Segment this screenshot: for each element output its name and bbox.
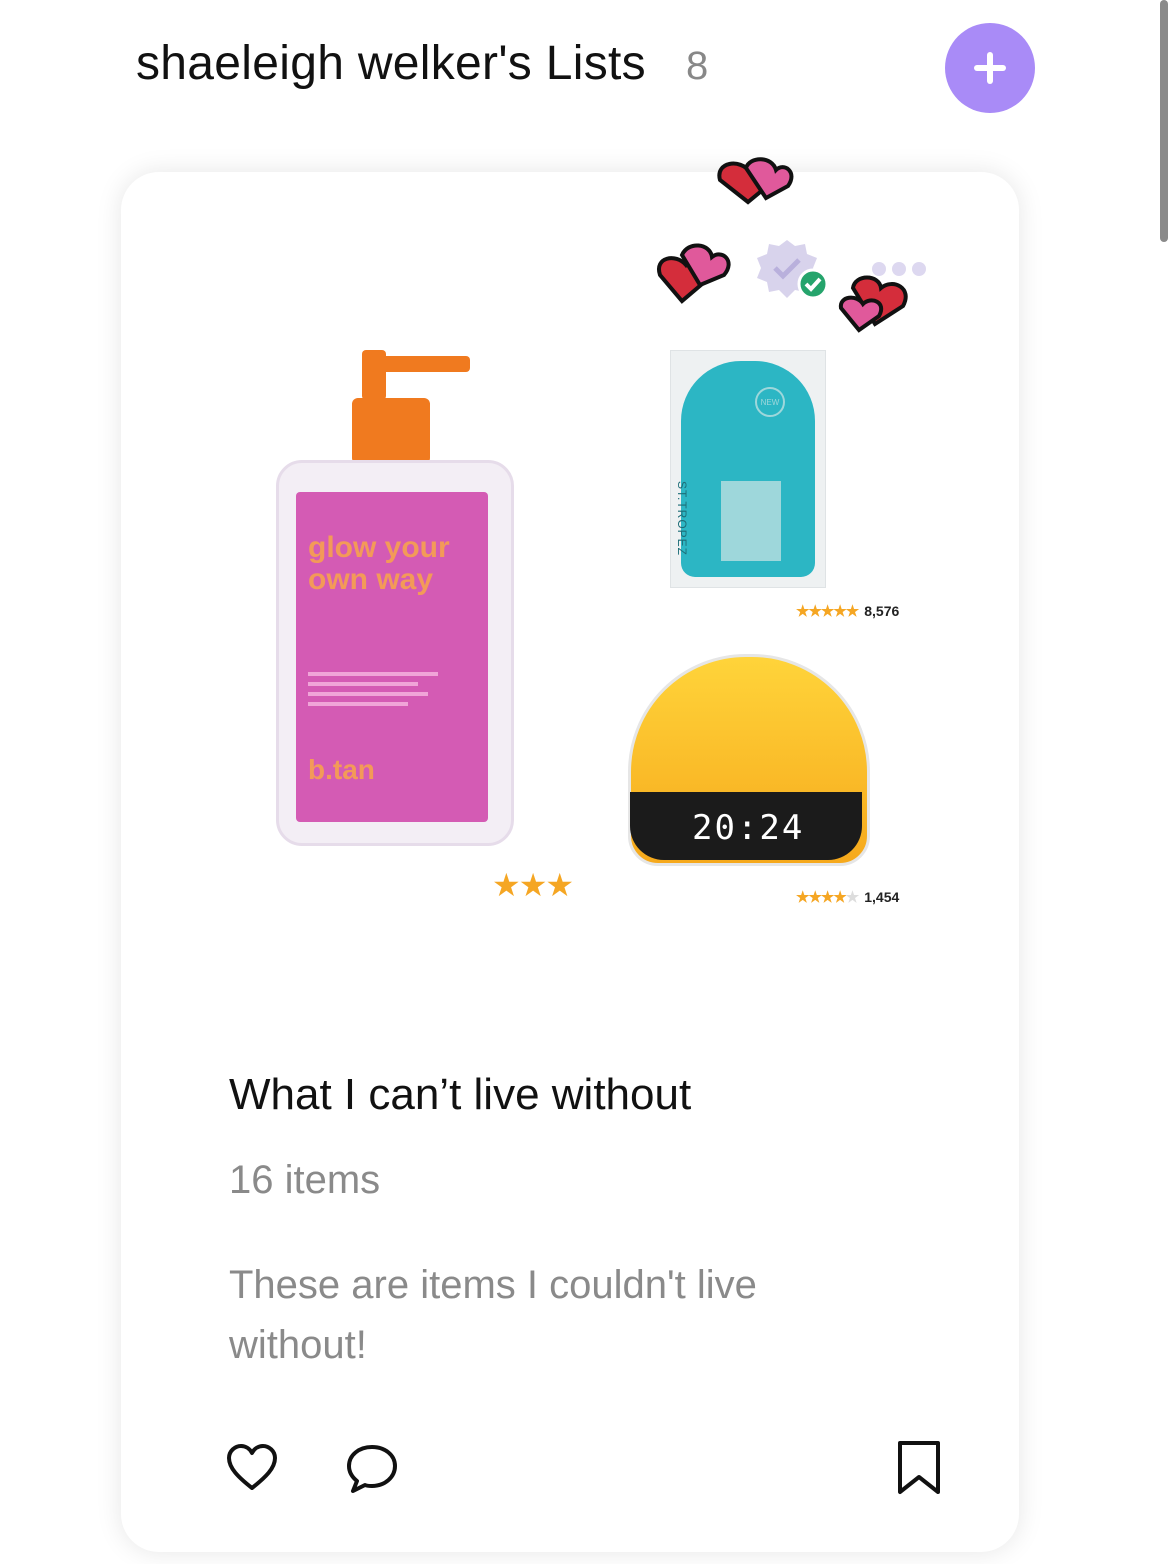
product-label-line: own way bbox=[308, 563, 434, 596]
verified-badge-icon bbox=[757, 240, 829, 300]
plus-icon bbox=[974, 52, 1006, 84]
comment-icon[interactable] bbox=[346, 1444, 398, 1494]
bookmark-icon[interactable] bbox=[896, 1440, 942, 1496]
item-count: 16 items bbox=[229, 1158, 381, 1202]
page-title: shaeleigh welker's Lists bbox=[136, 37, 646, 90]
product-image-tan-mitt[interactable]: NEW ST.TROPEZ bbox=[670, 350, 826, 588]
rating-stars: ★★★ bbox=[492, 867, 574, 903]
add-list-button[interactable] bbox=[945, 23, 1035, 113]
product-rating: ★★★★★ 8,576 bbox=[796, 602, 899, 620]
heart-icon[interactable] bbox=[226, 1444, 278, 1492]
list-title[interactable]: What I can’t live without bbox=[229, 1070, 691, 1120]
clock-time: 20:24 bbox=[692, 808, 805, 848]
rating-stars: ★★★★★ bbox=[796, 889, 859, 906]
more-dots-icon[interactable] bbox=[872, 262, 926, 276]
list-description: These are items I couldn't live without! bbox=[229, 1263, 757, 1367]
heart-sticker bbox=[838, 275, 908, 333]
rating-stars: ★★★★★ bbox=[796, 603, 859, 620]
product-image-tan-gel[interactable]: glow your own way b.tan bbox=[274, 350, 514, 846]
review-count: 1,454 bbox=[864, 889, 900, 905]
list-count: 8 bbox=[686, 44, 709, 88]
heart-sticker bbox=[657, 243, 731, 304]
product-image-alarm-clock[interactable]: 20:24 bbox=[628, 654, 870, 866]
scrollbar[interactable] bbox=[1160, 0, 1168, 242]
product-label-line: glow your bbox=[308, 531, 450, 564]
review-count: 8,576 bbox=[864, 603, 900, 619]
product-brand: ST.TROPEZ bbox=[675, 481, 689, 557]
product-rating: ★★★★★ 1,454 bbox=[796, 888, 899, 906]
heart-sticker bbox=[717, 157, 794, 205]
product-brand: b.tan bbox=[308, 754, 375, 785]
